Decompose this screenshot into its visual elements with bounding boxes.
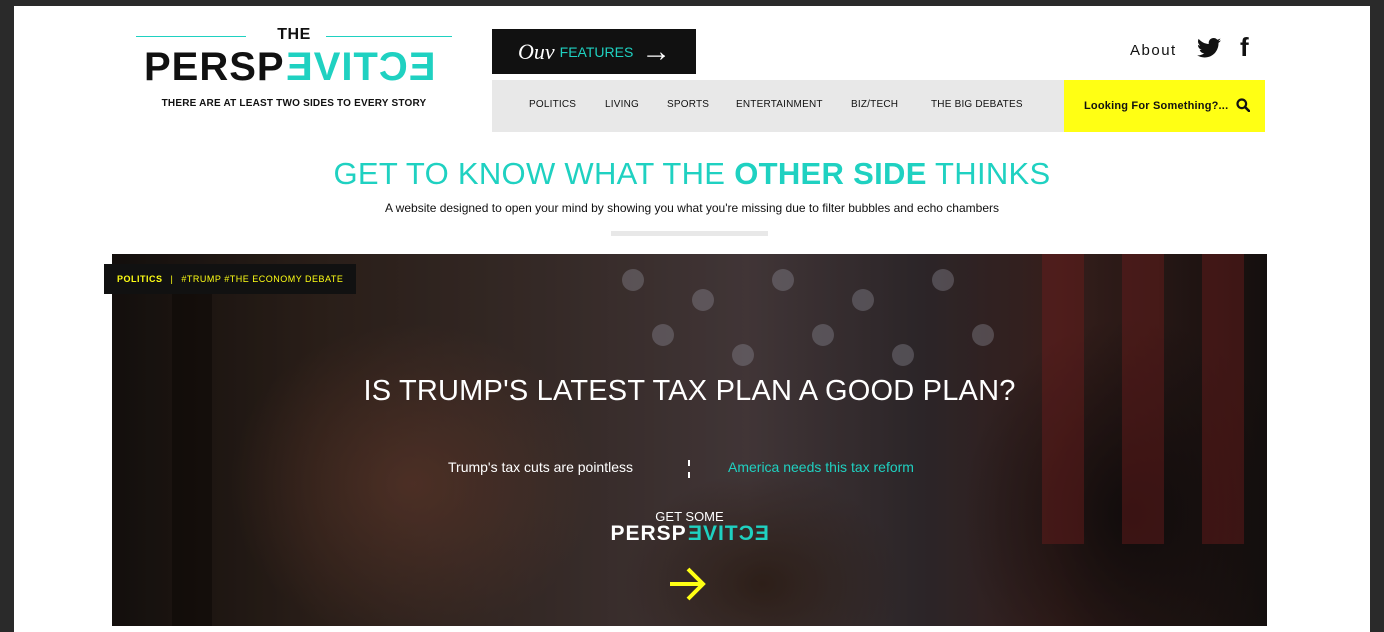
hero-tag-separator: | xyxy=(170,274,174,284)
logo-word-start: PERSP xyxy=(144,45,285,89)
nav-item-big-debates[interactable]: THE BIG DEBATES xyxy=(931,99,1023,110)
main-nav: POLITICS LIVING SPORTS ENTERTAINMENT BIZ… xyxy=(492,80,1064,132)
about-link[interactable]: About xyxy=(1130,42,1177,59)
facebook-icon[interactable]: f xyxy=(1240,34,1249,60)
hero-tags[interactable]: #TRUMP #THE ECONOMY DEBATE xyxy=(181,274,343,284)
nav-item-entertainment[interactable]: ENTERTAINMENT xyxy=(736,99,823,110)
nav-item-sports[interactable]: SPORTS xyxy=(667,99,709,110)
hero-feature[interactable]: IS TRUMP'S LATEST TAX PLAN A GOOD PLAN? … xyxy=(112,254,1267,626)
logo-tagline: THERE ARE AT LEAST TWO SIDES TO EVERY ST… xyxy=(161,98,427,109)
search-placeholder: Looking For Something?... xyxy=(1084,100,1229,112)
arrow-right-icon: → xyxy=(641,34,672,68)
nav-item-politics[interactable]: POLITICS xyxy=(529,99,576,110)
our-features-button[interactable]: Ouv FEATURES → xyxy=(492,29,696,74)
cta-word-mirrored: ECTIVE xyxy=(686,522,769,545)
page-headline: GET TO KNOW WHAT THE OTHER SIDE THINKS xyxy=(14,156,1370,192)
logo-word-mirrored: ECTIVE xyxy=(284,45,436,89)
go-arrow-icon[interactable] xyxy=(668,564,708,604)
features-prefix: Ouv xyxy=(518,38,555,64)
divider xyxy=(611,231,768,236)
hero-category[interactable]: POLITICS xyxy=(117,274,163,284)
hero-side-left[interactable]: Trump's tax cuts are pointless xyxy=(448,459,633,475)
page: THE PERSPECTIVE THERE ARE AT LEAST TWO S… xyxy=(14,6,1370,632)
search-bar[interactable]: Looking For Something?... xyxy=(1064,80,1265,132)
nav-item-living[interactable]: LIVING xyxy=(605,99,639,110)
page-subtitle: A website designed to open your mind by … xyxy=(385,201,999,215)
search-icon[interactable] xyxy=(1236,98,1250,112)
headline-pre: GET TO KNOW WHAT THE xyxy=(333,156,735,191)
hero-side-divider xyxy=(688,460,692,478)
twitter-icon[interactable] xyxy=(1197,38,1221,58)
features-label: FEATURES xyxy=(559,43,634,60)
hero-tag-bar: POLITICS | #TRUMP #THE ECONOMY DEBATE xyxy=(104,264,357,294)
site-logo[interactable]: THE PERSPECTIVE THERE ARE AT LEAST TWO S… xyxy=(136,23,452,113)
cta-word-start: PERSP xyxy=(610,522,687,545)
nav-item-biz-tech[interactable]: BIZ/TECH xyxy=(851,99,898,110)
hero-side-right[interactable]: America needs this tax reform xyxy=(728,459,914,475)
logo-wordmark: PERSPECTIVE xyxy=(144,44,435,90)
hero-question[interactable]: IS TRUMP'S LATEST TAX PLAN A GOOD PLAN? xyxy=(112,375,1267,408)
headline-post: THINKS xyxy=(926,156,1051,191)
cta-wordmark: PERSPECTIVE xyxy=(112,522,1267,546)
headline-bold: OTHER SIDE xyxy=(734,156,927,191)
logo-the: THE xyxy=(277,26,311,43)
